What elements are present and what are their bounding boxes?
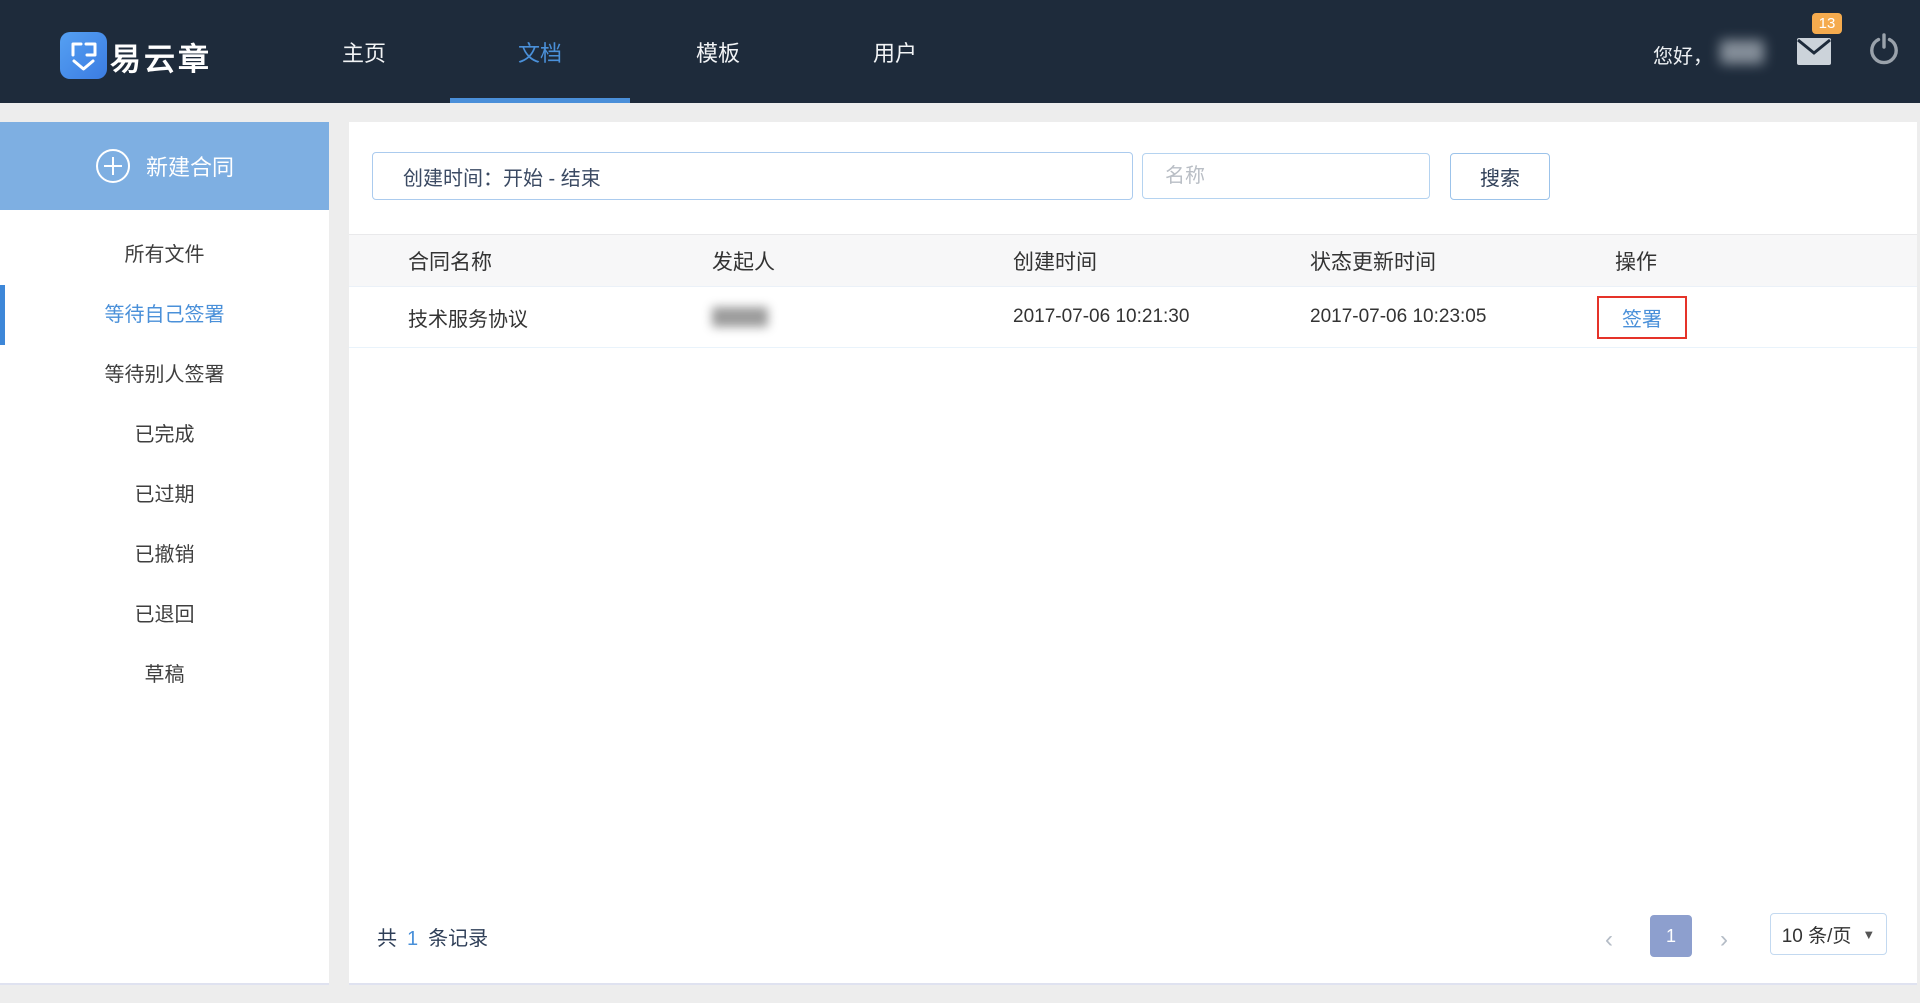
nav-tab-home[interactable]: 主页 [304, 36, 424, 68]
top-navbar: 易云章 主页 文档 模板 用户 您好， 13 [0, 0, 1920, 103]
sidebar-item-returned[interactable]: 已退回 [0, 585, 329, 645]
record-count-prefix: 共 [377, 928, 397, 950]
sidebar: 新建合同 所有文件 等待自己签署 等待别人签署 已完成 已过期 已撤销 已退回 … [0, 122, 329, 985]
nav-tab-documents[interactable]: 文档 [480, 36, 600, 68]
new-contract-button[interactable]: 新建合同 [0, 122, 329, 210]
sidebar-item-revoked[interactable]: 已撤销 [0, 525, 329, 585]
seal-logo-glyph [71, 42, 97, 71]
sign-action-highlight-box: 签署 [1597, 295, 1687, 339]
contracts-table: 合同名称 发起人 创建时间 状态更新时间 操作 技术服务协议 2017-07-0… [349, 234, 1917, 348]
sidebar-item-expired[interactable]: 已过期 [0, 465, 329, 525]
page-size-value: 10 条/页 [1781, 925, 1852, 947]
cell-initiator-redacted [712, 307, 1013, 327]
mail-count-badge: 13 [1812, 13, 1842, 34]
brand-logo-icon [60, 32, 107, 79]
record-count-number: 1 [407, 928, 419, 950]
sidebar-item-awaiting-my-signature[interactable]: 等待自己签署 [0, 285, 329, 345]
pagination-prev-icon[interactable]: ‹ [1605, 928, 1613, 952]
sidebar-item-drafts[interactable]: 草稿 [0, 645, 329, 705]
sidebar-menu: 所有文件 等待自己签署 等待别人签署 已完成 已过期 已撤销 已退回 草稿 [0, 225, 329, 705]
col-contract-name: 合同名称 [408, 250, 492, 274]
col-initiator: 发起人 [712, 250, 775, 274]
pagination-next-icon[interactable]: › [1720, 928, 1728, 952]
new-contract-label: 新建合同 [145, 155, 234, 180]
sidebar-item-completed[interactable]: 已完成 [0, 405, 329, 465]
pagination-page-1[interactable]: 1 [1650, 915, 1692, 957]
sidebar-item-awaiting-others-signature[interactable]: 等待别人签署 [0, 345, 329, 405]
user-name-redacted [1720, 40, 1764, 64]
col-created-time: 创建时间 [1013, 250, 1097, 274]
sign-action-link[interactable]: 签署 [1622, 309, 1662, 331]
cell-contract-name: 技术服务协议 [408, 308, 528, 331]
active-tab-underline [450, 98, 630, 103]
mail-icon[interactable] [1797, 38, 1831, 65]
col-status-updated-time: 状态更新时间 [1310, 250, 1436, 274]
cell-created-time: 2017-07-06 10:21:30 [1013, 306, 1190, 327]
chevron-down-icon: ▼ [1862, 926, 1876, 942]
nav-tab-templates[interactable]: 模板 [658, 36, 778, 68]
plus-circle-icon [95, 149, 130, 183]
nav-tab-users[interactable]: 用户 [835, 36, 955, 68]
col-actions: 操作 [1615, 250, 1657, 274]
record-count: 共 1 条记录 [377, 922, 488, 951]
table-row: 技术服务协议 2017-07-06 10:21:30 2017-07-06 10… [349, 287, 1917, 348]
contract-name-input[interactable] [1142, 153, 1430, 199]
cell-status-updated-time: 2017-07-06 10:23:05 [1310, 306, 1487, 327]
brand-name: 易云章 [110, 42, 212, 77]
user-greeting: 您好， [1653, 46, 1713, 68]
table-header-row: 合同名称 发起人 创建时间 状态更新时间 操作 [349, 234, 1917, 287]
page-size-select[interactable]: 10 条/页 ▼ [1770, 913, 1887, 955]
sidebar-item-all-files[interactable]: 所有文件 [0, 225, 329, 285]
record-count-suffix: 条记录 [428, 928, 489, 950]
date-range-input[interactable] [372, 152, 1133, 200]
search-button[interactable]: 搜索 [1450, 153, 1550, 200]
content-panel: 搜索 合同名称 发起人 创建时间 状态更新时间 操作 技术服务协议 2017-0… [349, 122, 1917, 985]
logout-power-icon[interactable] [1868, 33, 1900, 65]
